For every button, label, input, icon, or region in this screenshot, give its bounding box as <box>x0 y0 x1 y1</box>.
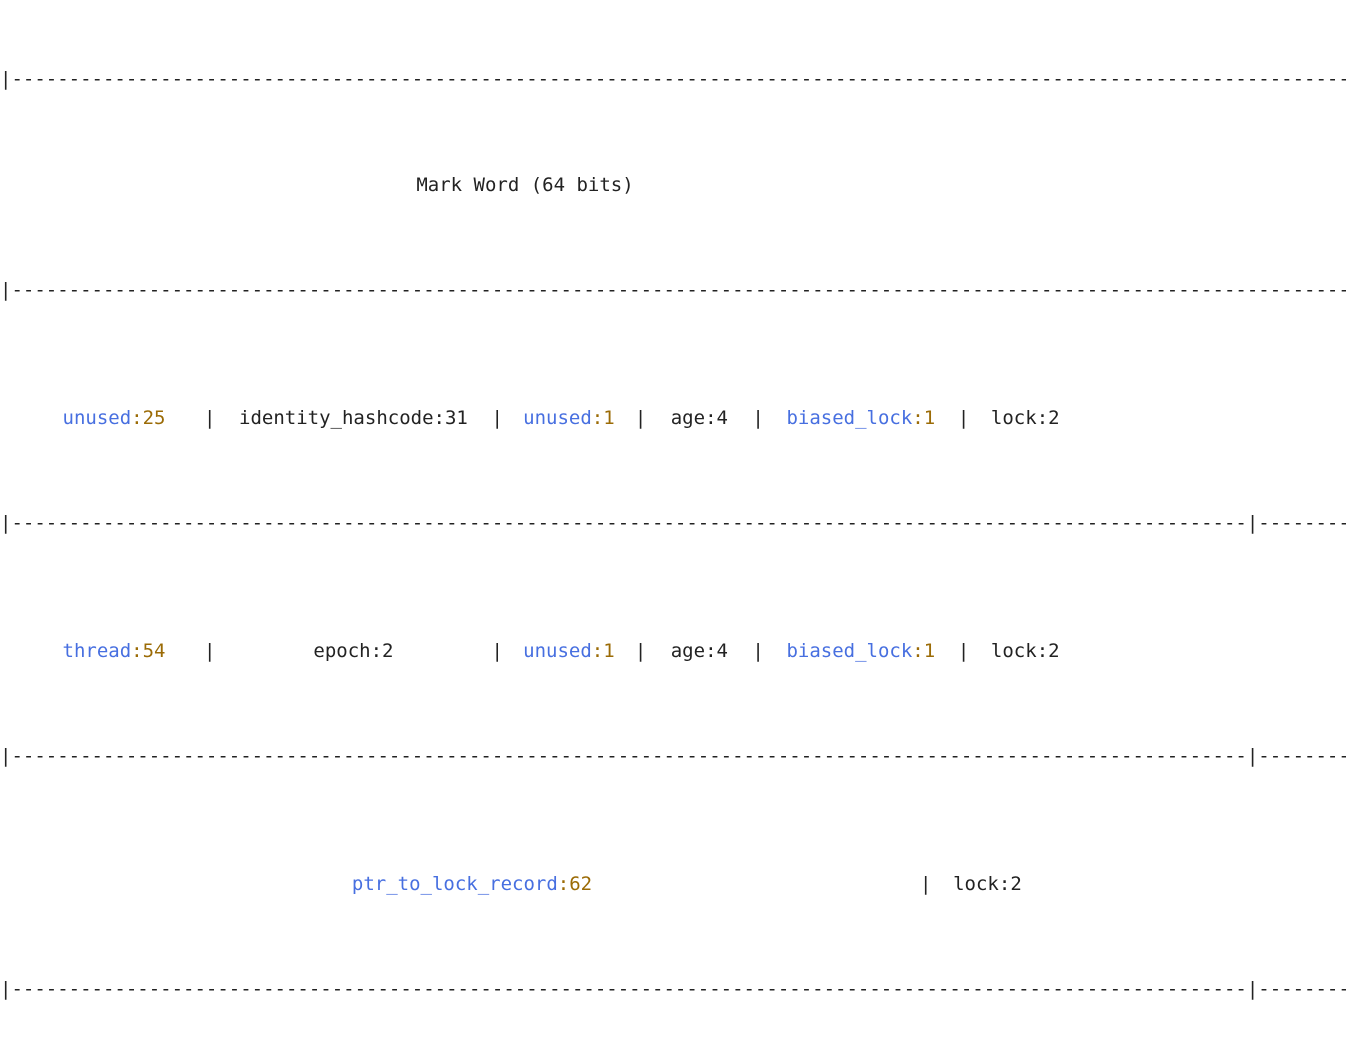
separator: | <box>954 407 973 430</box>
cell-unused1: unused:1 <box>507 407 631 430</box>
separator: | <box>487 407 506 430</box>
cell-age: age:4 <box>650 640 748 663</box>
cell-lock: lock:2 <box>973 407 1077 430</box>
divider: |---------------------------------------… <box>0 745 1346 768</box>
divider: |---------------------------------------… <box>0 279 1346 302</box>
cell-lock: lock:2 <box>935 873 1039 896</box>
separator: | <box>748 407 767 430</box>
cell-biased-lock: biased_lock:1 <box>768 407 954 430</box>
separator: | <box>631 640 650 663</box>
header-title: Mark Word (64 bits) <box>412 174 637 197</box>
mark-word-diagram: |---------------------------------------… <box>0 0 1346 1064</box>
separator: | <box>954 640 973 663</box>
separator: | <box>487 640 506 663</box>
divider: |---------------------------------------… <box>0 978 1346 1001</box>
cell-ptr-lock-record: ptr_to_lock_record:62 <box>28 873 916 896</box>
separator: | <box>631 407 650 430</box>
divider: |---------------------------------------… <box>0 512 1346 535</box>
cell-lock: lock:2 <box>973 640 1077 663</box>
cell-epoch: epoch:2 <box>219 640 487 663</box>
separator: | <box>748 640 767 663</box>
table-row: unused:25 | identity_hashcode:31 | unuse… <box>0 393 1346 444</box>
cell-unused1: unused:1 <box>507 640 631 663</box>
table-row: thread:54 | epoch:2 | unused:1 | age:4 |… <box>0 626 1346 677</box>
cell-age: age:4 <box>650 407 748 430</box>
cell-thread: thread:54 <box>28 640 200 663</box>
separator: | <box>200 640 219 663</box>
divider-top: |---------------------------------------… <box>0 68 1346 91</box>
separator: | <box>200 407 219 430</box>
cell-biased-lock: biased_lock:1 <box>768 640 954 663</box>
separator: | <box>916 873 935 896</box>
cell-unused25: unused:25 <box>28 407 200 430</box>
table-row: ptr_to_lock_record:62 | lock:2 <box>0 859 1346 910</box>
cell-identity-hashcode: identity_hashcode:31 <box>219 407 487 430</box>
header-row: Mark Word (64 bits) <box>0 160 1050 211</box>
